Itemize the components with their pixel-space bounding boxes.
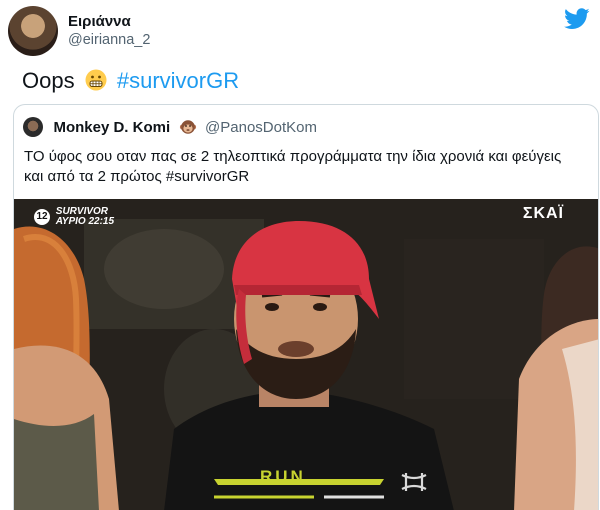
tweet-header: Ειριάννα @eirianna_2: [8, 6, 592, 56]
user-handle[interactable]: @eirianna_2: [68, 31, 150, 50]
hashtag-link[interactable]: #survivorGR: [117, 68, 239, 93]
quoted-display-name[interactable]: Monkey D. Komi: [53, 119, 170, 136]
quoted-avatar[interactable]: [23, 117, 43, 137]
show-promo: SURVIVOR ΑΥΡΙΟ 22:15: [56, 207, 114, 227]
quoted-user-handle[interactable]: @PanosDotKom: [205, 119, 317, 136]
tv-scene-illustration: [14, 199, 598, 510]
monkey-face-icon: [179, 120, 196, 134]
quoted-tweet-text: ΤΟ ύφος σου οταν πας σε 2 τηλεοπτικά προ…: [24, 148, 562, 185]
quoted-media-image[interactable]: 12 SURVIVOR ΑΥΡΙΟ 22:15 ΣΚΑΪ RUN: [14, 199, 598, 510]
channel-logo: 12 SURVIVOR ΑΥΡΙΟ 22:15: [34, 207, 114, 227]
network-logo: ΣΚΑΪ: [522, 205, 564, 222]
channel-number: 12: [34, 209, 50, 225]
grimacing-face-icon: [85, 69, 107, 91]
tweet-text-prefix: Oops: [22, 68, 75, 93]
show-airtime: ΑΥΡΙΟ 22:15: [55, 216, 115, 227]
tweet-text: Oops #survivorGR: [22, 67, 239, 95]
shirt-text: RUN: [260, 467, 306, 486]
twitter-bird-icon[interactable]: [564, 8, 590, 30]
quoted-tweet-header: Monkey D. Komi @PanosDotKom: [23, 117, 317, 137]
quoted-tweet[interactable]: Monkey D. Komi @PanosDotKom ΤΟ ύφος σου …: [13, 104, 599, 510]
author-names: Ειριάννα @eirianna_2: [68, 12, 150, 50]
avatar[interactable]: [8, 6, 58, 56]
display-name[interactable]: Ειριάννα: [68, 12, 150, 31]
